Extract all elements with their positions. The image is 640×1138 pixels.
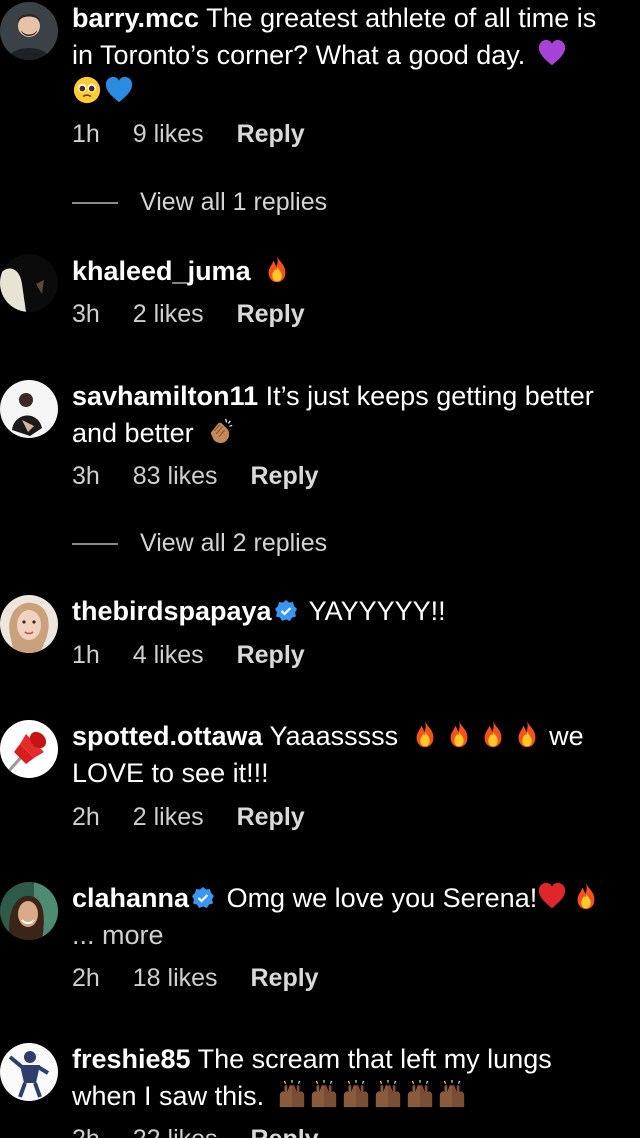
comment-time: 1h (72, 641, 100, 669)
reply-button[interactable]: Reply (237, 300, 305, 328)
comment-meta: 2h 22 likes Reply (72, 1125, 345, 1138)
fire-icon (444, 719, 474, 749)
comment-likes[interactable]: 2 likes (133, 300, 204, 328)
avatar[interactable] (0, 2, 58, 60)
username[interactable]: barry.mcc (72, 3, 199, 33)
comment-meta: 2h 18 likes Reply (72, 964, 345, 993)
reply-button[interactable]: Reply (250, 964, 318, 992)
comment-meta: 1h 4 likes Reply (72, 641, 331, 670)
view-replies-label: View all 1 replies (140, 188, 328, 216)
raising-hands-icon (436, 1079, 468, 1109)
comment-likes[interactable]: 83 likes (133, 462, 218, 490)
username[interactable]: savhamilton11 (72, 381, 258, 411)
fire-icon (512, 719, 542, 749)
divider-line (72, 543, 118, 546)
comment-meta: 2h 2 likes Reply (72, 803, 331, 832)
reply-button[interactable]: Reply (237, 803, 305, 831)
pleading-face-icon (72, 75, 102, 105)
blue-heart-icon (104, 75, 134, 105)
raising-hands-icon (308, 1079, 340, 1109)
reply-button[interactable]: Reply (237, 120, 305, 148)
raising-hands-icon (372, 1079, 404, 1109)
more-link[interactable]: ... more (72, 920, 164, 950)
comment-meta: 1h 9 likes Reply (72, 120, 331, 149)
comment-time: 2h (72, 803, 100, 831)
comment-likes[interactable]: 9 likes (133, 120, 204, 148)
comment-likes[interactable]: 2 likes (133, 803, 204, 831)
view-replies-link[interactable]: View all 2 replies (72, 529, 327, 558)
view-replies-label: View all 2 replies (140, 529, 328, 557)
username[interactable]: spotted.ottawa (72, 721, 263, 751)
avatar[interactable] (0, 380, 58, 438)
username[interactable]: thebirdspapaya (72, 596, 272, 626)
avatar[interactable] (0, 882, 58, 940)
clapping-hands-icon (205, 416, 235, 446)
comment-meta: 3h 83 likes Reply (72, 462, 345, 491)
verified-badge-icon (274, 599, 298, 623)
fire-icon (571, 881, 601, 911)
avatar[interactable] (0, 595, 58, 653)
comment-likes[interactable]: 18 likes (133, 964, 218, 992)
comment-likes[interactable]: 22 likes (133, 1125, 218, 1138)
username[interactable]: clahanna (72, 883, 189, 913)
comment-time: 1h (72, 120, 100, 148)
divider-line (72, 202, 118, 205)
purple-heart-icon (537, 38, 567, 68)
comment-time: 3h (72, 462, 100, 490)
comment-time: 3h (72, 300, 100, 328)
username[interactable]: freshie85 (72, 1044, 191, 1074)
comment-likes[interactable]: 4 likes (133, 641, 204, 669)
comment-meta: 3h 2 likes Reply (72, 300, 331, 329)
comment-time: 2h (72, 1125, 100, 1138)
view-replies-link[interactable]: View all 1 replies (72, 188, 327, 217)
comment-text-start: Yaaasssss (269, 721, 399, 751)
avatar[interactable] (0, 254, 58, 312)
reply-button[interactable]: Reply (250, 462, 318, 490)
reply-button[interactable]: Reply (250, 1125, 318, 1138)
comment-time: 2h (72, 964, 100, 992)
avatar[interactable] (0, 1043, 58, 1101)
fire-icon (410, 719, 440, 749)
avatar[interactable] (0, 720, 58, 778)
comments-list: barry.mcc The greatest athlete of all ti… (0, 0, 640, 1138)
raising-hands-icon (276, 1079, 308, 1109)
red-heart-icon (537, 881, 567, 911)
raising-hands-icon (404, 1079, 436, 1109)
fire-icon (262, 254, 292, 284)
fire-icon (478, 719, 508, 749)
username[interactable]: khaleed_juma (72, 256, 251, 286)
reply-button[interactable]: Reply (237, 641, 305, 669)
comment-text: Omg we love you Serena! (226, 883, 538, 913)
comment-text: YAYYYYY!! (308, 596, 446, 626)
verified-badge-icon (191, 886, 215, 910)
raising-hands-icon (340, 1079, 372, 1109)
